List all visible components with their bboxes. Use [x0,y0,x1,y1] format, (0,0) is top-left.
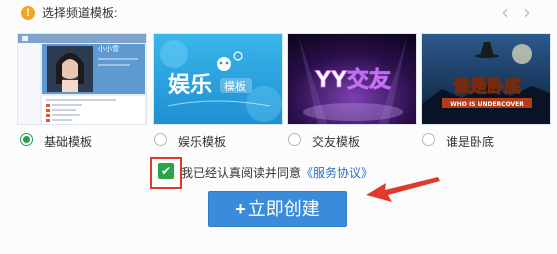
thumb-title: 谁是卧底 [453,76,521,97]
thumb-subtitle: 模板 [224,79,246,93]
basic-template-preview: 小小雪 [18,34,146,124]
radio-dating[interactable] [288,133,301,146]
agreement-checkbox[interactable]: ✔ [158,163,174,179]
dating-template-preview: YY交友 [288,34,416,124]
thumb-username: 小小雪 [98,44,119,53]
create-now-button[interactable]: + 立即创建 [208,191,347,227]
template-thumbnail-undercover[interactable]: 谁是卧底 WHO IS UNDERCOVER [421,33,551,125]
undercover-template-preview: 谁是卧底 WHO IS UNDERCOVER [422,34,550,124]
section-title: 选择频道模板: [42,6,118,20]
template-option-dating[interactable]: 交友模板 [288,132,398,149]
chevron-right-icon[interactable]: › [518,2,536,23]
template-option-label: 基础模板 [44,135,93,149]
create-button-label: 立即创建 [247,199,320,219]
warning-icon: ! [21,6,35,20]
radio-entertainment[interactable] [154,133,167,146]
template-option-undercover[interactable]: 谁是卧底 [422,132,532,149]
thumb-subtitle: WHO IS UNDERCOVER [450,101,524,108]
template-thumbnail-basic[interactable]: 小小雪 [17,33,147,125]
thumb-title: YY交友 [314,67,391,93]
template-thumbnail-dating[interactable]: YY交友 [287,33,417,125]
template-option-label: 交友模板 [312,135,361,149]
radio-basic-selected[interactable] [20,133,33,146]
template-option-label: 谁是卧底 [446,135,495,149]
entertainment-template-preview: 娱乐 模板 [154,34,282,124]
chevron-left-icon[interactable]: ‹ [496,2,514,23]
agreement-label: 我已经认真阅读并同意 [181,166,302,180]
template-option-entertainment[interactable]: 娱乐模板 [154,132,264,149]
template-option-label: 娱乐模板 [178,135,227,149]
agreement-text: 我已经认真阅读并同意《服务协议》 [181,164,373,181]
thumb-title: 娱乐 [168,73,212,98]
plus-icon: + [235,199,246,219]
red-arrow-annotation [366,177,440,202]
template-picker-header: ! 选择频道模板: ‹ › [0,0,557,30]
template-option-basic[interactable]: 基础模板 [20,132,130,149]
template-thumbnail-entertainment[interactable]: 娱乐 模板 [153,33,283,125]
radio-undercover[interactable] [422,133,435,146]
